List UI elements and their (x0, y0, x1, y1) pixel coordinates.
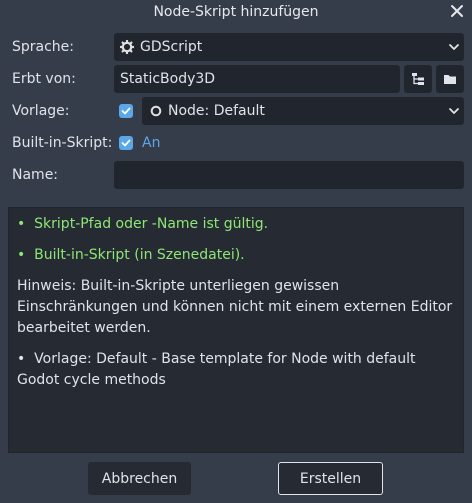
name-row: Name: (0, 161, 472, 189)
info-bullet: • (17, 247, 26, 263)
info-panel: • Skript-Pfad oder -Name ist gültig. • B… (8, 207, 464, 453)
info-line-hint: Hinweis: Built-in-Skripte unterliegen ge… (17, 276, 455, 339)
template-checkbox[interactable] (119, 104, 133, 118)
builtin-row: Built-in-Skript: An (0, 129, 472, 157)
info-bullet: • (17, 216, 26, 232)
close-button[interactable] (449, 3, 465, 19)
inherits-value: StaticBody3D (120, 71, 216, 87)
inherits-row: Erbt von: StaticBody3D (0, 65, 472, 93)
builtin-state[interactable]: An (142, 129, 160, 157)
language-value: GDScript (140, 39, 203, 55)
info-text: Skript-Pfad oder -Name ist gültig. (34, 216, 269, 232)
inherits-input[interactable]: StaticBody3D (114, 65, 400, 93)
language-row: Sprache: GDScript (0, 33, 472, 61)
builtin-label: Built-in-Skript: (12, 135, 113, 151)
close-icon (451, 5, 463, 17)
info-text: Built-in-Skript (in Szenedatei). (34, 247, 245, 263)
class-tree-icon (412, 73, 424, 85)
chevron-down-icon (449, 44, 459, 50)
language-dropdown[interactable]: GDScript (114, 33, 464, 61)
info-line-builtin: • Built-in-Skript (in Szenedatei). (17, 245, 455, 266)
folder-icon (444, 75, 456, 84)
chevron-down-icon (449, 108, 459, 114)
template-dropdown[interactable]: Node: Default (142, 97, 464, 125)
info-line-valid-path: • Skript-Pfad oder -Name ist gültig. (17, 214, 455, 235)
cancel-button[interactable]: Abbrechen (88, 462, 191, 495)
info-text: Hinweis: Built-in-Skripte unterliegen ge… (17, 278, 453, 336)
builtin-checkbox[interactable] (119, 136, 133, 150)
template-row: Vorlage: Node: Default (0, 97, 472, 125)
window-title: Node-Skript hinzufügen (153, 4, 319, 20)
select-class-button[interactable] (404, 65, 432, 93)
template-value: Node: Default (168, 103, 265, 119)
info-bullet: • (17, 351, 26, 367)
node-icon (150, 105, 162, 117)
create-button[interactable]: Erstellen (278, 462, 383, 495)
inherits-label: Erbt von: (12, 71, 76, 87)
title-bar: Node-Skript hinzufügen (0, 0, 472, 24)
checkmark-icon (121, 107, 131, 115)
info-text: Vorlage: Default - Base template for Nod… (17, 351, 416, 388)
gear-icon (120, 40, 134, 54)
name-label: Name: (12, 167, 59, 183)
name-input[interactable] (114, 161, 464, 189)
template-label: Vorlage: (12, 103, 70, 119)
browse-button[interactable] (436, 65, 464, 93)
checkmark-icon (121, 139, 131, 147)
language-label: Sprache: (12, 39, 75, 55)
info-line-template: • Vorlage: Default - Base template for N… (17, 349, 455, 391)
